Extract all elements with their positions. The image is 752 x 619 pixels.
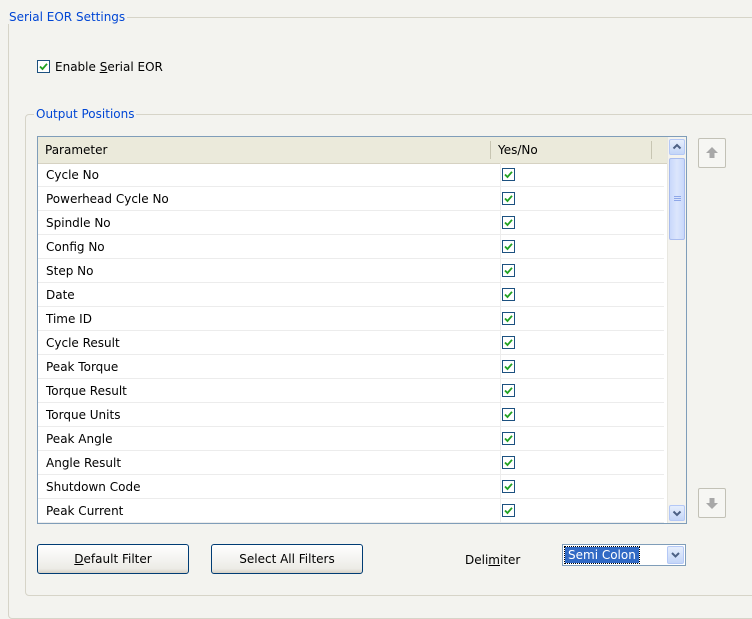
yes-no-checkbox[interactable]	[502, 456, 515, 469]
serial-eor-settings-title: Serial EOR Settings	[7, 10, 128, 24]
arrow-down-icon	[706, 498, 718, 509]
yes-no-checkbox[interactable]	[502, 480, 515, 493]
table-row[interactable]: Angle Result	[38, 451, 664, 475]
chevron-down-icon	[672, 510, 682, 517]
cell-divider	[500, 307, 501, 331]
cell-divider	[500, 259, 501, 283]
yes-no-checkbox[interactable]	[502, 216, 515, 229]
delimiter-label: Delimiter	[465, 553, 521, 567]
table-row[interactable]: Date	[38, 283, 664, 307]
yes-no-checkbox[interactable]	[502, 360, 515, 373]
chevron-up-icon	[672, 143, 682, 150]
chevron-down-icon	[671, 552, 680, 558]
cell-divider	[500, 235, 501, 259]
parameter-cell: Cycle Result	[46, 336, 120, 350]
table-row[interactable]: Step No	[38, 259, 664, 283]
default-filter-label: Default Filter	[74, 552, 152, 566]
yes-no-checkbox[interactable]	[502, 192, 515, 205]
arrow-up-icon	[706, 147, 718, 158]
cell-divider	[500, 427, 501, 451]
parameter-cell: Peak Current	[46, 504, 124, 518]
scroll-thumb[interactable]	[669, 158, 685, 240]
cell-divider	[500, 403, 501, 427]
cell-divider	[500, 211, 501, 235]
yes-no-checkbox[interactable]	[502, 312, 515, 325]
parameter-cell: Torque Units	[46, 408, 121, 422]
parameter-cell: Peak Angle	[46, 432, 113, 446]
move-down-button[interactable]	[698, 488, 726, 518]
thumb-grip	[674, 196, 681, 197]
yes-no-checkbox[interactable]	[502, 408, 515, 421]
column-header-parameter[interactable]: Parameter	[38, 137, 490, 163]
table-row[interactable]: Config No	[38, 235, 664, 259]
parameter-cell: Angle Result	[46, 456, 122, 470]
grid-header: Parameter Yes/No	[38, 137, 682, 164]
table-row[interactable]: Shutdown Code	[38, 475, 664, 499]
yes-no-checkbox[interactable]	[502, 432, 515, 445]
select-all-filters-label: Select All Filters	[239, 552, 335, 566]
column-separator[interactable]	[651, 141, 652, 159]
grid-vertical-scrollbar[interactable]	[667, 137, 686, 523]
yes-no-checkbox[interactable]	[502, 264, 515, 277]
enable-serial-eor-checkbox[interactable]: Enable Serial EOR	[37, 59, 197, 75]
enable-serial-eor-label: Enable Serial EOR	[55, 60, 163, 74]
delimiter-selected-value: Semi Colon	[564, 546, 640, 564]
yes-no-checkbox[interactable]	[502, 240, 515, 253]
yes-no-checkbox[interactable]	[502, 288, 515, 301]
yes-no-checkbox[interactable]	[502, 336, 515, 349]
parameter-cell: Peak Torque	[46, 360, 119, 374]
output-positions-grid[interactable]: Parameter Yes/No Cycle No Powerhead Cycle…	[37, 136, 687, 524]
cell-divider	[500, 283, 501, 307]
parameter-cell: Torque Result	[46, 384, 127, 398]
cell-divider	[500, 355, 501, 379]
delimiter-select[interactable]: Semi Colon	[562, 544, 686, 566]
parameter-cell: Date	[46, 288, 75, 302]
cell-divider	[500, 475, 501, 499]
parameter-cell: Time ID	[46, 312, 92, 326]
enable-serial-eor-check[interactable]	[37, 60, 50, 73]
yes-no-checkbox[interactable]	[502, 384, 515, 397]
table-row[interactable]: Cycle Result	[38, 331, 664, 355]
cell-divider	[500, 331, 501, 355]
parameter-cell: Powerhead Cycle No	[46, 192, 169, 206]
table-row[interactable]: Torque Result	[38, 379, 664, 403]
table-row[interactable]: Powerhead Cycle No	[38, 187, 664, 211]
output-positions-title: Output Positions	[34, 107, 137, 121]
cell-divider	[500, 163, 501, 187]
table-row[interactable]: Spindle No	[38, 211, 664, 235]
parameter-cell: Shutdown Code	[46, 480, 141, 494]
yes-no-checkbox[interactable]	[502, 168, 515, 181]
yes-no-checkbox[interactable]	[502, 504, 515, 517]
move-up-button[interactable]	[698, 138, 726, 168]
cell-divider	[500, 187, 501, 211]
scroll-down-button[interactable]	[669, 505, 685, 521]
parameter-cell: Spindle No	[46, 216, 111, 230]
delimiter-dropdown-button[interactable]	[667, 546, 684, 564]
cell-divider	[500, 379, 501, 403]
thumb-grip	[674, 198, 681, 199]
scroll-up-button[interactable]	[669, 139, 685, 155]
cell-divider	[500, 499, 501, 523]
select-all-filters-button[interactable]: Select All Filters	[211, 544, 363, 574]
thumb-grip	[674, 200, 681, 201]
default-filter-button[interactable]: Default Filter	[37, 544, 189, 574]
table-row[interactable]: Peak Torque	[38, 355, 664, 379]
parameter-cell: Step No	[46, 264, 94, 278]
table-row[interactable]: Cycle No	[38, 163, 664, 187]
table-row[interactable]: Torque Units	[38, 403, 664, 427]
parameter-cell: Config No	[46, 240, 105, 254]
cell-divider	[500, 451, 501, 475]
column-header-yes-no[interactable]: Yes/No	[491, 137, 651, 163]
table-row[interactable]: Time ID	[38, 307, 664, 331]
table-row[interactable]: Peak Angle	[38, 427, 664, 451]
table-row[interactable]: Peak Current	[38, 499, 664, 523]
parameter-cell: Cycle No	[46, 168, 99, 182]
